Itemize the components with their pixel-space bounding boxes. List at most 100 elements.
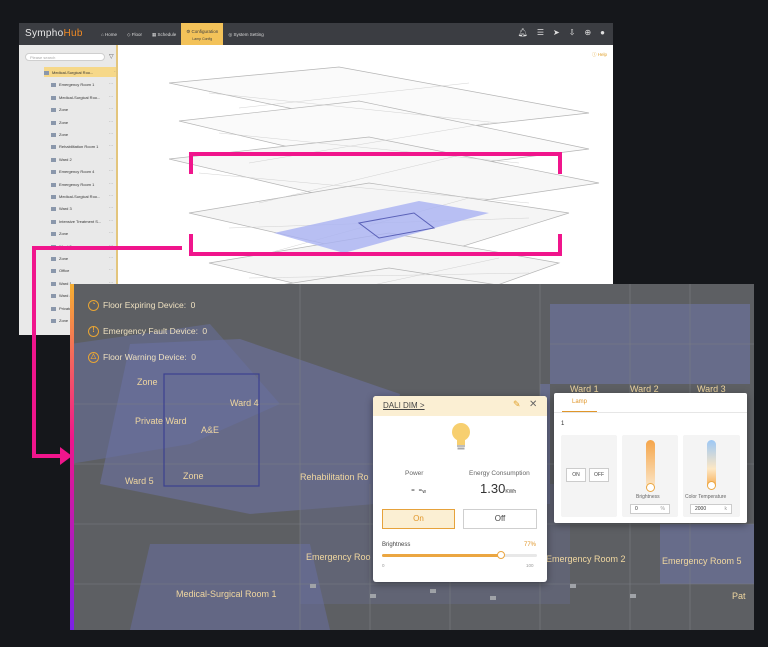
room-label: Zone — [183, 471, 204, 481]
lamp-off-button[interactable]: OFF — [589, 468, 609, 482]
close-icon[interactable]: ✕ — [529, 399, 537, 410]
sidebar-tree-item[interactable]: Emergency Room 4 ··· — [51, 166, 113, 176]
tree-item-label: Ward 3 — [59, 206, 72, 212]
warning-icon: △ — [88, 351, 99, 363]
tree-item-label: Office — [59, 268, 70, 274]
dali-dim-panel: DALI DIM > ✎ ✕ Power Energy Consumption … — [373, 396, 547, 582]
more-icon[interactable]: ··· — [109, 106, 113, 111]
edit-icon[interactable]: ✎ — [513, 399, 521, 410]
more-icon[interactable]: ··· — [109, 230, 113, 235]
lamp-number: 1 — [561, 421, 565, 427]
room-label: Emergency Room 2 — [546, 554, 626, 564]
tree-item-label: Medical-Surgical Roo... — [59, 194, 101, 199]
nav-floor[interactable]: ◇ Floor — [122, 23, 147, 45]
sidebar-tree-item[interactable]: Emergency Room 1 ··· — [51, 179, 113, 189]
sidebar-tree-item[interactable]: Medical-Surgical Roo... ··· — [51, 191, 113, 201]
brightness-knob[interactable] — [646, 483, 655, 492]
sidebar-tree-item[interactable]: Medical-Surgical Roo...··· — [51, 92, 113, 102]
nav-schedule[interactable]: ▦ Schedule — [147, 23, 181, 45]
more-icon[interactable]: ··· — [109, 267, 113, 272]
more-icon[interactable]: ··· — [109, 218, 113, 223]
color-temp-knob[interactable] — [707, 481, 716, 490]
more-icon[interactable]: ··· — [109, 168, 113, 173]
menu-icon[interactable]: ☰ — [537, 29, 544, 37]
brightness-fill — [382, 554, 502, 557]
nav-home[interactable]: ⌂ Home — [96, 23, 122, 45]
more-icon[interactable]: ··· — [109, 119, 113, 124]
more-icon[interactable]: ··· — [109, 143, 113, 148]
more-icon[interactable]: ··· — [109, 181, 113, 186]
nav-system-setting[interactable]: ◎ System Setting — [223, 23, 268, 45]
sidebar-tree-item[interactable]: Zone ··· — [51, 253, 113, 263]
more-icon[interactable]: ··· — [109, 193, 113, 198]
sidebar-tree-item[interactable]: Ward 3 ··· — [51, 203, 113, 213]
highlight-frame-bottom-right — [558, 234, 562, 256]
brightness-vertical-slider[interactable] — [646, 440, 655, 488]
more-icon[interactable]: ··· — [109, 255, 113, 260]
more-icon[interactable]: ··· — [109, 205, 113, 210]
slider-max-label: 100 — [526, 563, 534, 568]
highlight-frame-top — [189, 152, 562, 156]
tree-item-label: Emergency Room 4 — [59, 169, 95, 175]
tree-item-label: Ward 2 — [59, 156, 72, 162]
room-label: Emergency Room 5 — [662, 556, 742, 566]
top-bar: SymphoHub ⌂ Home ◇ Floor ▦ Schedule ⚙ Co… — [19, 23, 613, 45]
globe-icon[interactable]: ⊕ — [584, 29, 591, 37]
brightness-value: 77% — [524, 542, 537, 548]
dali-title-link[interactable]: DALI DIM > — [383, 401, 425, 410]
tree-item-label: Emergency Room 1 — [59, 181, 95, 187]
help-link[interactable]: ⓘ Help — [592, 52, 607, 58]
sidebar-tree-item[interactable]: Medical-Surgical Roo...··· — [44, 67, 118, 77]
more-icon[interactable]: ··· — [109, 94, 113, 99]
tree-item-label: Zone — [59, 119, 69, 125]
off-button[interactable]: Off — [463, 509, 537, 529]
lamp-brightness-label: Brightness — [636, 494, 660, 500]
color-temp-input[interactable]: 2000 k — [690, 504, 732, 514]
user-icon[interactable]: ● — [600, 29, 605, 37]
slider-min-label: 0 — [382, 563, 385, 568]
send-icon[interactable]: ➤ — [553, 29, 560, 37]
sidebar-tree-item[interactable]: Rehabilitation Room 1 ··· — [51, 141, 113, 151]
tab-lamp[interactable]: Lamp — [562, 397, 598, 413]
brightness-label: Brightness — [382, 542, 411, 548]
sidebar-tree-item[interactable]: Zone ··· — [51, 117, 113, 127]
brightness-input[interactable]: 0% — [630, 504, 670, 514]
more-icon[interactable]: ··· — [109, 131, 113, 136]
light-bulb-icon — [452, 423, 470, 450]
filter-icon[interactable]: ▽ — [109, 53, 114, 60]
brightness-thumb[interactable] — [497, 551, 506, 559]
sidebar-tree-item[interactable]: Zone ··· — [51, 104, 113, 114]
sidebar-tree-item[interactable]: Emergency Room 1 ··· — [51, 79, 113, 89]
search-input[interactable]: Please search — [25, 53, 105, 61]
on-button[interactable]: On — [382, 509, 455, 529]
room-label: Private Ward — [135, 416, 187, 426]
sidebar-tree-item[interactable]: Intensive Treatment S... ··· — [51, 216, 113, 226]
tree-item-label: Zone — [59, 256, 69, 261]
tab-divider — [554, 412, 747, 413]
status-warning: △ Floor Warning Device: 0 — [88, 348, 207, 366]
color-temp-label: Color Temperature — [685, 494, 727, 500]
status-emergency-fault: ! Emergency Fault Device: 0 — [88, 322, 207, 340]
sidebar-tree-item[interactable]: Ward 2 ··· — [51, 154, 113, 164]
room-label: Medical-Surgical Room 1 — [176, 589, 277, 599]
power-label: Power — [405, 470, 424, 477]
more-icon[interactable]: ··· — [109, 81, 113, 86]
bell-icon[interactable]: 🔔︎ — [518, 29, 528, 37]
tree-item-label: Zone — [59, 107, 69, 113]
more-icon[interactable]: ··· — [109, 156, 113, 161]
room-label: Ward 5 — [125, 476, 154, 486]
tree-item-label: Zone — [59, 231, 69, 237]
device-status-list: ◔ Floor Expiring Device: 0 ! Emergency F… — [88, 296, 207, 374]
lamp-on-button[interactable]: ON — [566, 468, 586, 482]
highlight-frame-bottom — [189, 252, 562, 256]
connector-line-vertical — [32, 246, 36, 458]
download-icon[interactable]: ⇩ — [569, 29, 576, 37]
sidebar-tree-item[interactable]: Office ··· — [51, 265, 113, 275]
brightness-slider[interactable] — [382, 551, 537, 559]
sidebar-tree-item[interactable]: Zone ··· — [51, 228, 113, 238]
fault-icon: ! — [88, 325, 99, 337]
app-logo[interactable]: SymphoHub — [25, 28, 83, 39]
connector-line-horizontal-bottom — [32, 454, 62, 458]
sidebar-tree-item[interactable]: Zone ··· — [51, 129, 113, 139]
nav-configuration[interactable]: ⚙ Configuration Lamp Config — [181, 23, 224, 45]
